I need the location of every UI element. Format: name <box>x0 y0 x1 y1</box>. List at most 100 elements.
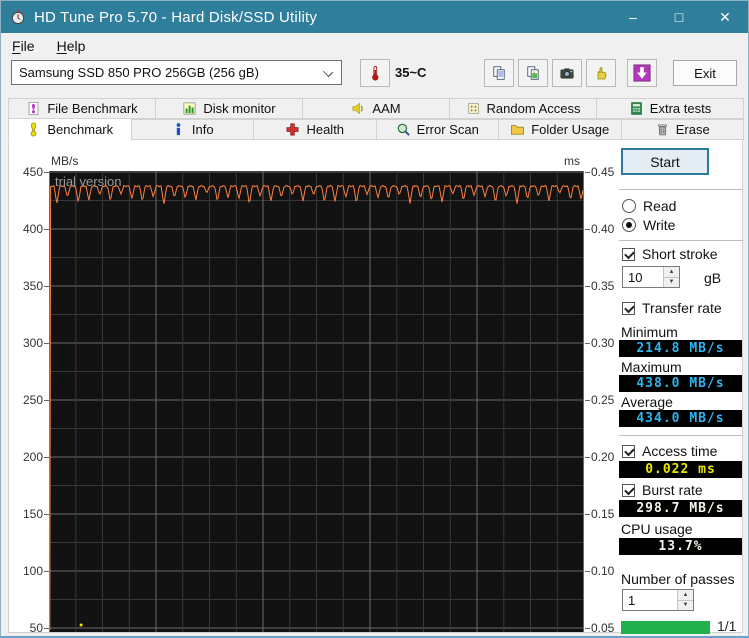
tab-row-primary: Benchmark Info Health Error Scan Folder … <box>8 118 744 141</box>
dice-icon <box>467 102 479 115</box>
ms-axis-tick-label: 0.05 <box>591 621 615 635</box>
hand-icon <box>597 67 607 80</box>
axis-tick <box>585 571 590 572</box>
tab-random-access[interactable]: Random Access <box>449 98 597 119</box>
short-stroke-unit: gB <box>704 270 722 286</box>
tab-disk-monitor[interactable]: Disk monitor <box>155 98 303 119</box>
start-label: Start <box>650 153 680 170</box>
tab-erase[interactable]: Erase <box>620 119 744 140</box>
short-stroke-row[interactable]: Short stroke <box>622 246 717 262</box>
tab-label: Extra tests <box>649 101 712 116</box>
save-results-button[interactable] <box>627 59 657 87</box>
axis-tick <box>44 172 49 173</box>
minimize-button[interactable]: – <box>610 1 656 33</box>
copy-text-button[interactable] <box>484 59 514 87</box>
y-axis-tick-label: 50 <box>29 621 43 635</box>
benchmark-icon <box>31 122 37 137</box>
axis-tick <box>44 400 49 401</box>
tab-label: File Benchmark <box>47 101 138 116</box>
burst-rate-row[interactable]: Burst rate <box>622 482 703 498</box>
maximize-button[interactable]: □ <box>656 1 702 33</box>
read-radio[interactable] <box>622 199 636 213</box>
progress-text: 1/1 <box>717 618 737 634</box>
health-cross-icon <box>287 123 299 136</box>
tab-label: Erase <box>675 122 710 137</box>
axis-tick <box>585 286 590 287</box>
tab-label: Error Scan <box>416 122 479 137</box>
short-stroke-stepper[interactable]: 10 ▲ ▼ <box>622 266 680 288</box>
y-axis-tick-label: 300 <box>22 336 43 350</box>
axis-tick <box>585 457 590 458</box>
axis-tick <box>44 571 49 572</box>
axis-tick <box>44 229 49 230</box>
tab-extra-tests[interactable]: Extra tests <box>596 98 744 119</box>
stepper-down-icon[interactable]: ▼ <box>678 600 693 610</box>
ms-axis-tick-label: 0.35 <box>591 279 615 293</box>
temperature-button[interactable] <box>360 59 390 87</box>
tab-label: Benchmark <box>47 122 114 137</box>
write-radio-row[interactable]: Write <box>622 217 675 233</box>
stepper-up-icon[interactable]: ▲ <box>678 590 693 601</box>
read-radio-row[interactable]: Read <box>622 198 676 214</box>
camera-icon <box>560 68 574 79</box>
y-axis-tick-label: 100 <box>22 564 43 578</box>
drive-select-dropdown[interactable]: Samsung SSD 850 PRO 256GB (256 gB) <box>11 60 342 85</box>
tab-folder-usage[interactable]: Folder Usage <box>498 119 622 140</box>
transfer-rate-checkbox[interactable] <box>622 301 635 315</box>
y-axis-tick-label: 400 <box>22 222 43 236</box>
donate-button[interactable] <box>586 59 616 87</box>
thermometer-icon <box>372 66 379 81</box>
tab-health[interactable]: Health <box>253 119 377 140</box>
exit-button[interactable]: Exit <box>673 60 737 86</box>
tab-benchmark[interactable]: Benchmark <box>8 118 132 141</box>
tab-file-benchmark[interactable]: File Benchmark <box>8 98 156 119</box>
disk-monitor-icon <box>183 102 196 115</box>
maximum-value: 438.0 MB/s <box>619 375 742 392</box>
ms-axis-tick-label: 0.10 <box>591 564 615 578</box>
transfer-rate-row[interactable]: Transfer rate <box>622 300 722 316</box>
start-button[interactable]: Start <box>621 148 709 175</box>
axis-tick <box>585 400 590 401</box>
cpu-usage-label: CPU usage <box>621 521 693 537</box>
axis-tick <box>44 514 49 515</box>
tab-label: Health <box>306 122 345 137</box>
y-axis-tick-label: 200 <box>22 450 43 464</box>
tab-label: Disk monitor <box>203 101 276 116</box>
access-time-label: Access time <box>642 443 718 459</box>
separator <box>619 435 743 436</box>
ms-axis-tick-label: 0.20 <box>591 450 615 464</box>
copy-icon <box>493 66 505 80</box>
tab-aam[interactable]: AAM <box>302 98 450 119</box>
tab-error-scan[interactable]: Error Scan <box>375 119 499 140</box>
cpu-usage-value: 13.7% <box>619 538 742 555</box>
folder-icon <box>511 125 525 135</box>
minimum-label: Minimum <box>621 324 678 340</box>
ms-axis-tick-label: 0.45 <box>591 165 615 179</box>
maximum-label: Maximum <box>621 359 682 375</box>
axis-tick <box>44 628 49 629</box>
stepper-down-icon[interactable]: ▼ <box>664 277 679 287</box>
y-axis-tick-label: 450 <box>22 165 43 179</box>
menu-help[interactable]: Help <box>46 35 97 57</box>
tab-info[interactable]: Info <box>130 119 254 140</box>
menu-file[interactable]: File <box>1 35 46 57</box>
short-stroke-checkbox[interactable] <box>622 247 635 261</box>
exit-label: Exit <box>694 65 716 81</box>
close-button[interactable]: ✕ <box>702 1 748 33</box>
download-arrow-icon <box>633 64 651 82</box>
axis-tick <box>44 343 49 344</box>
speaker-icon <box>353 102 364 115</box>
axis-tick <box>585 628 590 629</box>
tab-label: Info <box>191 122 214 137</box>
access-time-row[interactable]: Access time <box>622 443 717 459</box>
burst-rate-checkbox[interactable] <box>622 483 635 497</box>
copy-image-button[interactable] <box>518 59 548 87</box>
tab-label: Random Access <box>486 101 581 116</box>
passes-stepper[interactable]: 1 ▲ ▼ <box>622 589 694 611</box>
tab-label: AAM <box>372 101 401 116</box>
ms-axis-tick-label: 0.30 <box>591 336 615 350</box>
passes-label: Number of passes <box>621 571 735 587</box>
screenshot-button[interactable] <box>552 59 582 87</box>
trial-watermark: trial version <box>55 174 122 189</box>
stepper-up-icon[interactable]: ▲ <box>664 267 679 278</box>
